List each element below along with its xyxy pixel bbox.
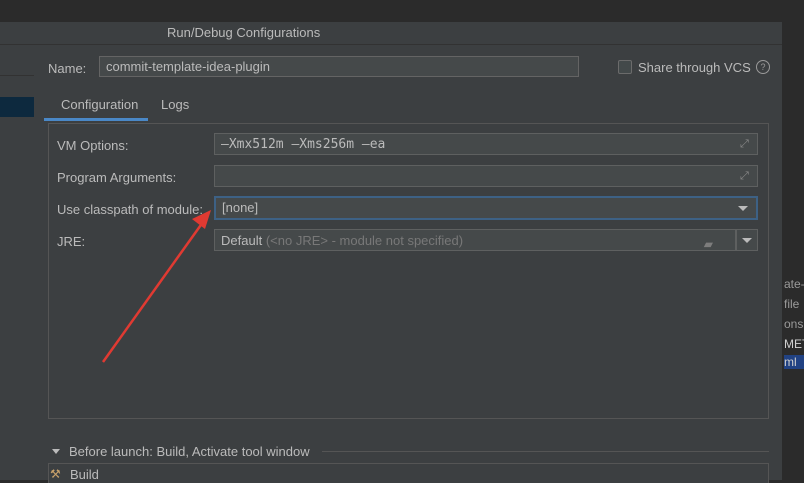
classpath-module-label: Use classpath of module: <box>57 202 203 217</box>
tab-logs[interactable]: Logs <box>161 97 189 112</box>
program-arguments-input[interactable]: ⤢ <box>214 165 758 187</box>
before-launch-header[interactable]: Before launch: Build, Activate tool wind… <box>69 444 310 459</box>
expand-icon[interactable]: ⤢ <box>740 138 752 150</box>
jre-dropdown-button[interactable] <box>736 229 758 251</box>
tab-configuration[interactable]: Configuration <box>61 97 138 112</box>
before-launch-divider <box>322 451 769 452</box>
classpath-module-value: [none] <box>222 200 259 215</box>
name-input[interactable]: commit-template-idea-plugin <box>99 56 579 77</box>
background-text-4: MET <box>784 337 804 351</box>
collapse-arrow-icon[interactable] <box>52 449 60 454</box>
vm-options-input[interactable]: —Xmx512m —Xms256m —ea ⤢ <box>214 133 758 155</box>
background-text-3: ons. <box>784 317 804 331</box>
window-title: Run/Debug Configurations <box>167 25 321 40</box>
title-bar: Run/Debug Configurations <box>0 22 782 45</box>
background-text-5: ml <box>784 355 804 369</box>
active-tab-indicator <box>44 118 148 121</box>
background-editor-top <box>782 22 804 210</box>
chevron-down-icon <box>742 238 752 243</box>
name-label: Name: <box>48 61 87 76</box>
background-editor: ate- file ons. MET ml <box>782 210 804 480</box>
folder-icon[interactable]: ▰ <box>704 234 713 255</box>
tree-selected-item[interactable] <box>0 97 34 117</box>
question-icon[interactable]: ? <box>756 60 770 74</box>
tree-toolbar-divider <box>0 75 34 76</box>
program-arguments-label: Program Arguments: <box>57 170 177 185</box>
vm-options-label: VM Options: <box>57 138 129 153</box>
classpath-module-select[interactable]: [none] <box>214 196 758 220</box>
share-vcs-label[interactable]: Share through VCS <box>638 60 751 75</box>
configurations-tree[interactable] <box>0 45 35 480</box>
jre-hint: (<no JRE> - module not specified) <box>265 233 464 248</box>
jre-label: JRE: <box>57 234 86 249</box>
jre-value: Default <box>221 233 263 248</box>
jre-select[interactable]: Default (<no JRE> - module not specified… <box>214 229 736 251</box>
background-text-2: file <box>784 297 800 311</box>
background-text-1: ate- <box>784 277 804 291</box>
hammer-icon: ⚒ <box>50 467 61 481</box>
expand-icon[interactable]: ⤢ <box>740 170 752 182</box>
share-vcs-checkbox[interactable] <box>618 60 632 74</box>
vm-options-value: —Xmx512m —Xms256m —ea <box>221 137 386 152</box>
chevron-down-icon[interactable] <box>738 206 748 211</box>
before-launch-list <box>48 463 769 483</box>
